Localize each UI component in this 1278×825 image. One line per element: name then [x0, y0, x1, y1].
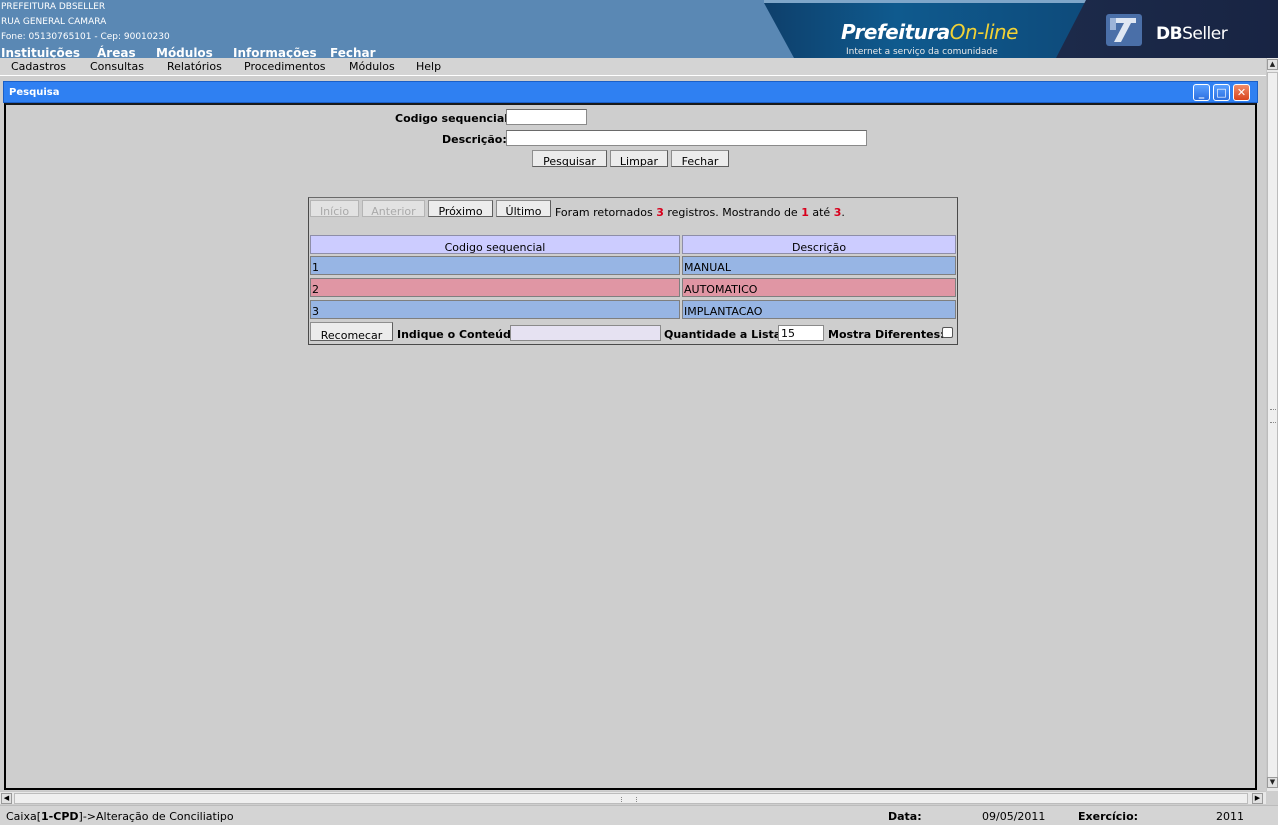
proximo-button[interactable]: Próximo — [428, 200, 493, 217]
prefeitura-online-logo: PrefeituraOn-line — [841, 20, 1018, 44]
exercicio-value: 2011 — [1216, 810, 1244, 823]
top-nav-fechar[interactable]: Fechar — [330, 47, 376, 59]
cell-descricao[interactable]: IMPLANTACAO — [682, 300, 956, 319]
cell-descricao[interactable]: MANUAL — [682, 256, 956, 275]
ultimo-button[interactable]: Último — [496, 200, 551, 217]
org-name: PREFEITURA DBSELLER — [1, 2, 106, 12]
cell-codigo[interactable]: 2 — [310, 278, 680, 297]
close-icon[interactable]: ✕ — [1233, 84, 1250, 101]
column-header-descricao[interactable]: Descrição — [682, 235, 956, 254]
menu-help[interactable]: Help — [416, 60, 441, 73]
descricao-input[interactable] — [506, 130, 867, 146]
recomecar-button[interactable]: Recomecar — [310, 322, 393, 341]
results-count-text: Foram retornados 3 registros. Mostrando … — [555, 206, 845, 219]
status-bar: Caixa[1-CPD]->Alteração de Conciliatipo … — [0, 805, 1278, 825]
mostra-diferentes-label: Mostra Diferentes: — [828, 328, 945, 341]
top-nav-instituicoes[interactable]: Instituições — [1, 47, 80, 59]
top-nav-areas[interactable]: Áreas — [97, 47, 136, 59]
cell-codigo[interactable]: 1 — [310, 256, 680, 275]
menu-consultas[interactable]: Consultas — [90, 60, 144, 73]
cell-codigo[interactable]: 3 — [310, 300, 680, 319]
dbseller-logo-icon — [1106, 14, 1142, 46]
quantidade-label: Quantidade a Listar: — [664, 328, 792, 341]
horizontal-scroll-thumb[interactable] — [14, 793, 1248, 804]
inicio-button[interactable]: Início — [310, 200, 359, 217]
results-panel: Início Anterior Próximo Último Foram ret… — [308, 197, 958, 345]
top-nav-informacoes[interactable]: Informações — [233, 47, 317, 59]
dbseller-wordmark: DBSeller — [1156, 24, 1228, 44]
scroll-right-icon[interactable]: ▶ — [1252, 793, 1263, 804]
scroll-up-icon[interactable]: ▲ — [1267, 59, 1278, 70]
indique-input[interactable] — [510, 325, 661, 341]
fechar-button[interactable]: Fechar — [671, 150, 729, 167]
data-label: Data: — [888, 810, 922, 823]
horizontal-scrollbar[interactable]: ◀ ▶ — [0, 791, 1266, 804]
window-title: Pesquisa — [9, 87, 60, 98]
window-titlebar[interactable]: Pesquisa _ □ ✕ — [3, 81, 1258, 103]
minimize-icon[interactable]: _ — [1193, 84, 1210, 101]
menu-bar: Cadastros Consultas Relatórios Procedime… — [0, 58, 1266, 76]
banner-tagline: Internet a serviço da comunidade — [846, 47, 998, 57]
descricao-label: Descrição: — [442, 133, 507, 146]
menu-cadastros[interactable]: Cadastros — [11, 60, 66, 73]
vertical-scroll-thumb[interactable] — [1267, 72, 1278, 786]
anterior-button[interactable]: Anterior — [362, 200, 425, 217]
current-module-path: Caixa[1-CPD]->Alteração de Conciliatipo — [6, 810, 234, 823]
codigo-input[interactable] — [506, 109, 587, 125]
mostra-diferentes-checkbox[interactable] — [942, 327, 953, 338]
top-nav-modulos[interactable]: Módulos — [156, 47, 213, 59]
scroll-left-icon[interactable]: ◀ — [1, 793, 12, 804]
pesquisar-button[interactable]: Pesquisar — [532, 150, 607, 167]
limpar-button[interactable]: Limpar — [610, 150, 668, 167]
cell-descricao[interactable]: AUTOMATICO — [682, 278, 956, 297]
maximize-icon[interactable]: □ — [1213, 84, 1230, 101]
menu-relatorios[interactable]: Relatórios — [167, 60, 222, 73]
indique-label: Indique o Conteúdo: — [397, 328, 523, 341]
org-address: RUA GENERAL CAMARA — [1, 17, 107, 27]
menu-procedimentos[interactable]: Procedimentos — [244, 60, 326, 73]
window-body: Codigo sequencial: Descrição: Pesquisar … — [4, 103, 1257, 790]
exercicio-label: Exercício: — [1078, 810, 1139, 823]
total-count: 3 — [656, 206, 664, 219]
column-header-codigo[interactable]: Codigo sequencial — [310, 235, 680, 254]
app-header: PREFEITURA DBSELLER RUA GENERAL CAMARA F… — [0, 0, 1278, 58]
menu-modulos[interactable]: Módulos — [349, 60, 395, 73]
vertical-scrollbar[interactable]: ▲ ▼ — [1266, 58, 1278, 791]
data-value: 09/05/2011 — [982, 810, 1046, 823]
org-contact: Fone: 05130765101 - Cep: 90010230 — [1, 32, 170, 42]
range-from: 1 — [801, 206, 809, 219]
pesquisa-window: Pesquisa _ □ ✕ Codigo sequencial: Descri… — [3, 81, 1258, 790]
banner: PrefeituraOn-line Internet a serviço da … — [764, 0, 1278, 58]
codigo-label: Codigo sequencial: — [395, 112, 513, 125]
scroll-down-icon[interactable]: ▼ — [1267, 777, 1278, 788]
quantidade-input[interactable]: 15 — [778, 325, 824, 341]
